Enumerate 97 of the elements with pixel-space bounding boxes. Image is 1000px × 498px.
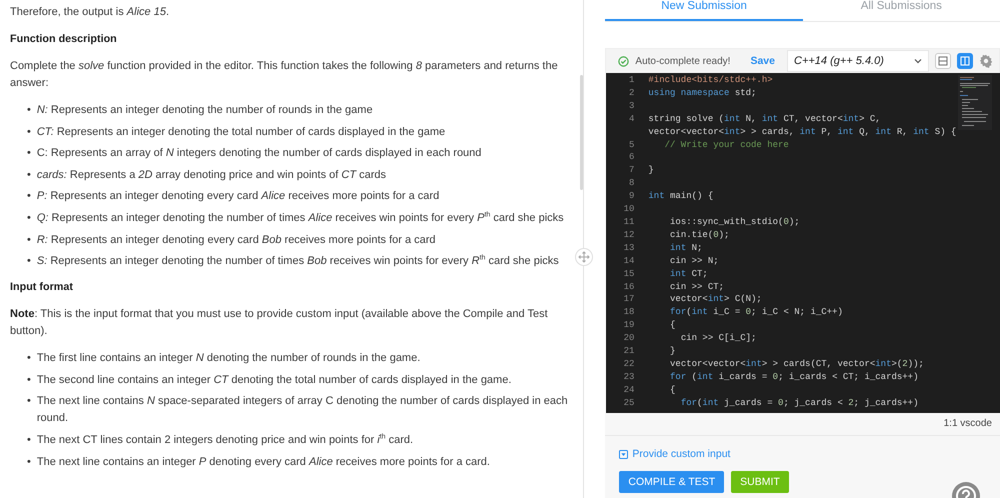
code-line: string solve (int N, int CT, vector<int> C, vector<vector<int> > cards, int P, int Q, int R, int S) { <box>648 112 958 139</box>
bullet-item: S: Represents an integer denoting the number of times Bob receives win points for every R$^{th}$ card she picks <box>36 253 559 270</box>
code-line: for (int i_cards = 0; i_cards < CT; i_cards++) <box>669 370 920 384</box>
line-number: 15 <box>622 268 636 280</box>
line-number: 16 <box>622 280 636 294</box>
minimap-drawing[interactable] <box>958 75 992 130</box>
line-number: 9 <box>628 190 636 204</box>
code-line: for(int j_cards = 0; j_cards < 2; j_cards++) <box>680 396 920 410</box>
line-number: 8 <box>628 177 636 190</box>
line-number: 24 <box>622 384 636 397</box>
settings-icon[interactable] <box>979 54 993 68</box>
tab[interactable]: All Submissions <box>802 0 1000 21</box>
code-line: cin.tie(0); <box>669 228 730 242</box>
line-number: 13 <box>622 242 636 255</box>
layout-button[interactable] <box>957 53 973 69</box>
bullet-item: CT: Represents an integer denoting the total number of cards displayed in the game <box>36 124 446 140</box>
line-number: 17 <box>622 293 636 306</box>
line-number: 11 <box>622 216 636 229</box>
language-select[interactable]: C++14 (g++ 5.4.0) <box>787 50 929 72</box>
bullet-item: N: Represents an integer denoting the number of rounds in the game <box>36 103 373 118</box>
resize-handle-icon[interactable] <box>574 248 593 266</box>
columns-layout-icon <box>960 56 970 66</box>
dropdown-box-icon <box>619 450 628 458</box>
section-heading: Input format <box>10 280 74 296</box>
bullet-marker: • <box>27 232 31 248</box>
layout-button[interactable] <box>935 53 951 69</box>
code-line: using namespace std; <box>648 86 758 100</box>
code-line: int N; <box>669 242 704 255</box>
paragraph: Note: This is the input format that you must use to provide custom input (available above the Compile and Test button). <box>10 307 549 340</box>
bullet-item: R: Represents an integer denoting every card Bob receives more points for a card <box>36 232 436 248</box>
bullet-marker: • <box>27 124 31 140</box>
line-number: 3 <box>628 100 636 113</box>
line-number: 18 <box>622 306 636 320</box>
compile-button[interactable]: COMPILE & TEST <box>619 471 724 493</box>
bullet-item: P: Represents an integer denoting every card Alice receives more points for a card <box>36 189 440 204</box>
bullet-item: cards: Represents a 2D array denoting price and win points of CT cards <box>36 168 386 183</box>
line-number: 22 <box>622 358 636 371</box>
status-bar-text: 1:1 vscode <box>944 418 992 429</box>
bullet-marker: • <box>27 189 31 204</box>
code-line: vector<vector<int> > cards(CT, vector<int>(2)); <box>669 358 925 371</box>
bullet-marker: • <box>27 168 31 183</box>
code-line: } <box>669 345 676 358</box>
bullet-item: Q: Represents an integer denoting the number of times Alice receives win points for every P$^{th}$ card she picks <box>36 210 564 226</box>
caret-icon <box>914 58 922 64</box>
code-line: cin >> C[i_C]; <box>680 332 758 346</box>
line-number: 14 <box>622 254 636 268</box>
line-number: 6 <box>628 151 636 164</box>
line-number: 19 <box>622 319 636 332</box>
code-line: for(int i_C = 0; i_C < N; i_C++) <box>669 306 844 320</box>
check-circle-icon <box>618 56 630 66</box>
bullet-item: The first line contains an integer N denoting the number of rounds in the game. <box>36 351 420 366</box>
tab[interactable]: New Submission <box>605 0 803 21</box>
code-line: } <box>648 164 655 178</box>
line-number: 10 <box>622 203 636 216</box>
bullet-marker: • <box>27 432 31 448</box>
custom-input-toggle[interactable]: Provide custom input <box>619 448 730 460</box>
bullet-item: C: Represents an array of N integers denoting the number of cards displayed in each round <box>36 146 482 162</box>
line-number: 20 <box>622 332 636 346</box>
save-link[interactable]: Save <box>750 55 775 67</box>
bullet-marker: • <box>27 103 31 118</box>
paragraph: Therefore, the output is Alice 15. <box>10 5 170 20</box>
bullet-marker: • <box>27 394 31 410</box>
code-line: cin >> N; <box>669 254 720 268</box>
scrollbar[interactable] <box>580 75 583 190</box>
bullet-marker: • <box>27 454 31 470</box>
bullet-item: The next line contains N space-separated integers of array C denoting the number of cards displayed in each round. <box>36 394 569 426</box>
code-line: int CT; <box>669 268 709 280</box>
code-line: cin >> CT; <box>669 280 726 294</box>
line-number: 1 <box>628 74 636 87</box>
bullet-marker: • <box>27 254 31 270</box>
code-line: { <box>669 319 676 332</box>
line-number: 7 <box>628 164 636 178</box>
code-line: int main() { <box>648 190 714 204</box>
bullet-marker: • <box>27 372 31 388</box>
code-line: // Write your code here <box>664 138 790 152</box>
line-number: 5 <box>628 138 636 152</box>
code-line: { <box>669 384 676 397</box>
rows-layout-icon <box>938 56 948 66</box>
line-number: 2 <box>628 86 636 100</box>
bullet-marker: • <box>27 210 31 226</box>
status-text: Auto-complete ready! <box>635 56 730 66</box>
line-number: 23 <box>622 370 636 384</box>
bullet-marker: • <box>27 351 31 366</box>
section-heading: Function description <box>10 32 118 47</box>
code-line: ios::sync_with_stdio(0); <box>669 216 801 229</box>
line-number: 12 <box>622 228 636 242</box>
line-number: 25 <box>622 396 636 410</box>
bullet-item: The next line contains an integer P denoting every card Alice receives more points for a card. <box>36 454 490 470</box>
bullet-item: The second line contains an integer CT denoting the total number of cards displayed in the game. <box>36 372 512 388</box>
code-line: vector<int> C(N); <box>669 293 763 306</box>
bullet-marker: • <box>27 146 31 162</box>
code-line: #include<bits/stdc++.h> <box>648 74 774 87</box>
bullet-item: The next CT lines contain 2 integers denoting price and win points for i$^{th}$ card. <box>36 432 414 448</box>
line-number: 21 <box>622 345 636 358</box>
submit-button[interactable]: SUBMIT <box>731 471 789 493</box>
line-number: 4 <box>628 112 636 126</box>
paragraph: Complete the solve function provided in the editor. This function takes the following 8 parameters and returns the answer: <box>10 59 559 91</box>
